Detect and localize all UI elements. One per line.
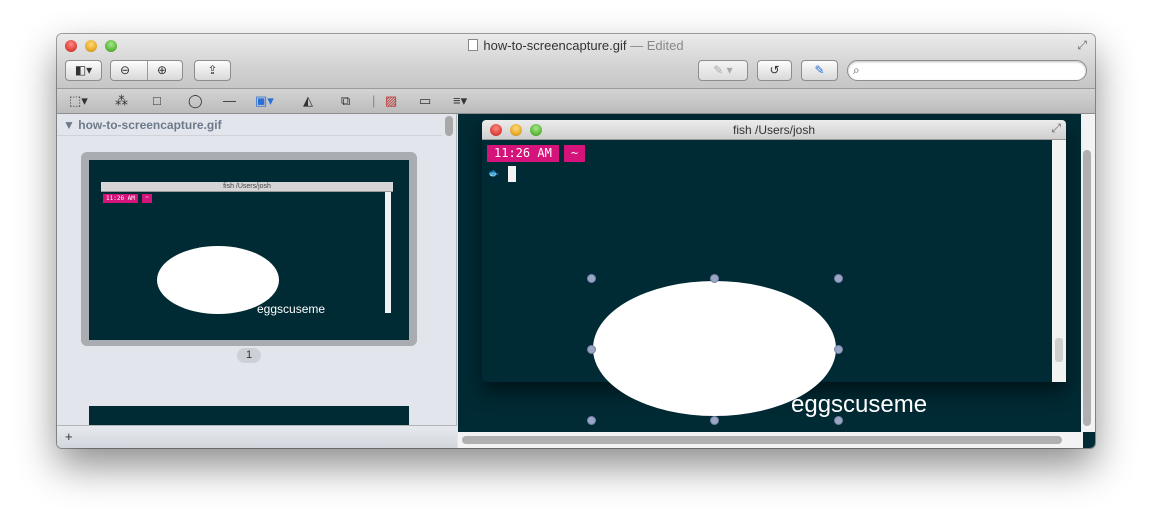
resize-handle-bottom-left[interactable] [587,416,596,425]
resize-handle-bottom[interactable] [710,416,719,425]
line-style-icon[interactable]: ≡▾ [453,93,467,109]
share-icon: ⇪ [207,63,218,77]
mini-title-bar: fish /Users/josh [101,182,393,192]
share-button[interactable]: ⇪ [194,60,231,81]
search-icon: ⌕ [853,63,860,77]
search-field[interactable]: ⌕ [847,60,1087,81]
highlight-button[interactable]: ✎ ▾ [698,60,748,81]
file-name: how-to-screencapture.gif [483,38,627,53]
text-icon[interactable]: ▣▾ [255,93,274,109]
window-title: how-to-screencapture.gif — Edited [57,38,1095,53]
rect-select-icon[interactable]: ⬚▾ [69,93,88,109]
page-number-badge: 1 [237,348,261,363]
terminal-scroll-track [1052,140,1066,382]
pencil-icon: ✎ ▾ [713,63,733,77]
sidebar-view-button[interactable]: ◧▾ [65,60,102,81]
line-icon[interactable]: — [223,93,236,109]
resize-handle-top-right[interactable] [834,274,843,283]
resize-handle-top[interactable] [710,274,719,283]
resize-handle-left[interactable] [587,345,596,354]
sidebar-footer: + [57,425,457,448]
vertical-scrollbar[interactable] [1083,150,1091,426]
horizontal-scrollbar[interactable] [462,436,1062,444]
thumbnail-sidebar: ▼ how-to-screencapture.gif fish /Users/j… [57,114,457,448]
thumbnail-image: fish /Users/josh 11:26 AM ~ eggscuseme [89,160,409,340]
sidebar-scrollbar[interactable] [445,116,453,136]
adjust-color-icon[interactable]: ◭ [303,93,313,109]
markup-button[interactable]: ✎ [801,60,838,81]
terminal-title-bar: fish /Users/josh ⤢ [482,120,1066,140]
text-annotation[interactable]: eggscuseme [791,391,927,419]
rotate-icon: ↺ [769,63,780,77]
toolbar-divider: | [372,93,376,108]
edited-status: — Edited [630,38,684,53]
sign-icon[interactable]: ▨ [385,93,397,109]
fullscreen-icon[interactable]: ⤢ [1077,38,1087,53]
prompt-dir-badge: ~ [564,145,585,162]
rectangle-icon[interactable]: □ [153,93,161,109]
instant-alpha-icon[interactable]: ⁂ [115,93,128,109]
document-icon [468,39,479,51]
horizontal-scroll-track [458,432,1083,448]
zoom-out-icon[interactable]: ⊖ [120,61,130,80]
oval-icon[interactable]: ◯ [188,93,203,109]
terminal-scrollbar [1055,338,1063,362]
resize-handle-right[interactable] [834,345,843,354]
terminal-cursor [508,166,516,182]
rotate-button[interactable]: ↺ [757,60,792,81]
page-thumbnail-selected[interactable]: fish /Users/josh 11:26 AM ~ eggscuseme [81,152,417,346]
resize-icon[interactable]: ⧉ [341,93,350,109]
sidebar-icon: ◧▾ [74,63,93,77]
fish-icon: 🐟 [488,168,500,178]
document-view[interactable]: fish /Users/josh ⤢ 11:26 AM ~ 🐟 eggscuse… [458,114,1095,448]
add-icon[interactable]: + [65,429,73,444]
preview-window: how-to-screencapture.gif — Edited ⤢ ◧▾ ⊖… [57,34,1095,448]
mini-scrollbar [385,192,391,313]
resize-handle-top-left[interactable] [587,274,596,283]
sidebar-header[interactable]: ▼ how-to-screencapture.gif [57,118,442,136]
mini-terminal-window: fish /Users/josh 11:26 AM ~ eggscuseme [101,182,393,316]
title-bar: how-to-screencapture.gif — Edited ⤢ ◧▾ ⊖… [57,34,1095,89]
prompt-time-badge: 11:26 AM [487,145,559,162]
note-icon[interactable]: ▭ [419,93,431,109]
disclosure-triangle-icon[interactable]: ▼ [63,118,75,132]
vertical-scroll-track [1081,114,1095,432]
zoom-segment: ⊖ ⊕ [110,60,183,81]
mini-time-badge: 11:26 AM [103,194,138,203]
zoom-in-icon[interactable]: ⊕ [157,61,167,80]
page-thumbnail-2[interactable] [89,406,409,426]
annotation-toolbar: ⬚▾ ⁂ □ ◯ — ▣▾ ◭ ⧉ | ▨ ▭ ≡▾ [57,89,1095,114]
mini-text: eggscuseme [257,302,326,316]
markup-pen-icon: ✎ [814,63,825,77]
segment-divider [147,61,148,80]
sidebar-file-name: how-to-screencapture.gif [78,118,222,132]
terminal-fullscreen-icon: ⤢ [1051,121,1061,135]
terminal-title: fish /Users/josh [732,123,816,137]
mini-title: fish /Users/josh [223,183,271,190]
mini-dir-badge: ~ [142,194,152,203]
